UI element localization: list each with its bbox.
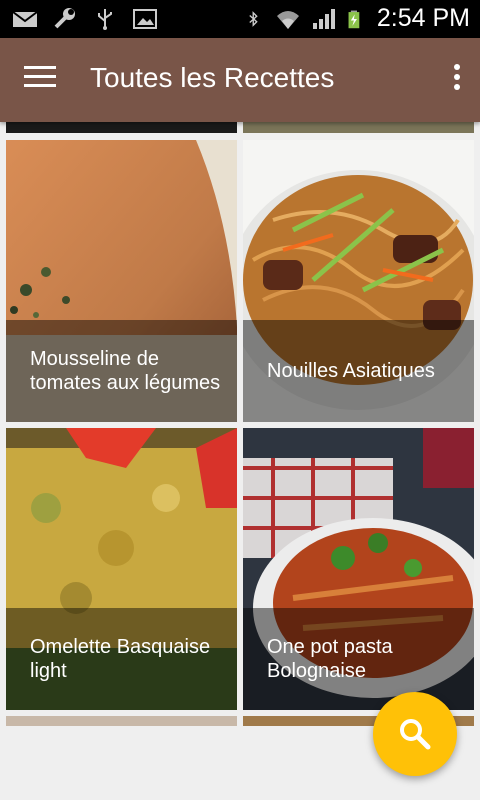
recipe-card[interactable]: Mousseline de tomates aux légumes: [6, 140, 237, 422]
recipe-title: Omelette Basquaise light: [30, 636, 211, 682]
page-title: Toutes les Recettes: [90, 62, 335, 93]
recipe-caption: One pot pasta Bolognaise: [243, 608, 474, 710]
recipe-image: [6, 122, 237, 133]
recipe-card[interactable]: One pot pasta Bolognaise: [243, 428, 474, 710]
recipe-card[interactable]: Nouilles Asiatiques: [243, 140, 474, 422]
clock: 2:54 PM: [376, 4, 470, 32]
recipe-card-partial[interactable]: [6, 122, 237, 133]
image-icon: [133, 9, 157, 29]
recipe-image: [6, 716, 237, 726]
bluetooth-icon: [249, 10, 258, 27]
mail-icon: [12, 11, 38, 27]
status-bar: 2:54 PM: [0, 0, 480, 38]
recipe-title: One pot pasta Bolognaise: [267, 636, 393, 682]
recipe-image: [243, 122, 474, 133]
app-bar: Toutes les Recettes: [0, 38, 480, 122]
signal-icon: [312, 8, 335, 29]
recipe-title: Nouilles Asiatiques: [267, 360, 435, 382]
recipe-caption: Mousseline de tomates aux légumes: [6, 320, 237, 422]
battery-charging-icon: [348, 10, 360, 28]
wifi-icon: [276, 10, 299, 29]
more-vert-icon[interactable]: [452, 64, 462, 96]
search-fab-button[interactable]: [373, 692, 457, 776]
search-icon: [400, 719, 431, 750]
recipe-card[interactable]: Omelette Basquaise light: [6, 428, 237, 710]
recipe-card-partial[interactable]: [243, 122, 474, 133]
recipe-title: Mousseline de tomates aux légumes: [30, 348, 221, 394]
recipe-caption: Nouilles Asiatiques: [243, 320, 474, 422]
usb-icon: [98, 9, 112, 30]
recipe-caption: Omelette Basquaise light: [6, 608, 237, 710]
wrench-icon: [54, 8, 75, 29]
hamburger-menu-icon[interactable]: [24, 66, 60, 94]
recipe-card-partial[interactable]: [6, 716, 237, 726]
